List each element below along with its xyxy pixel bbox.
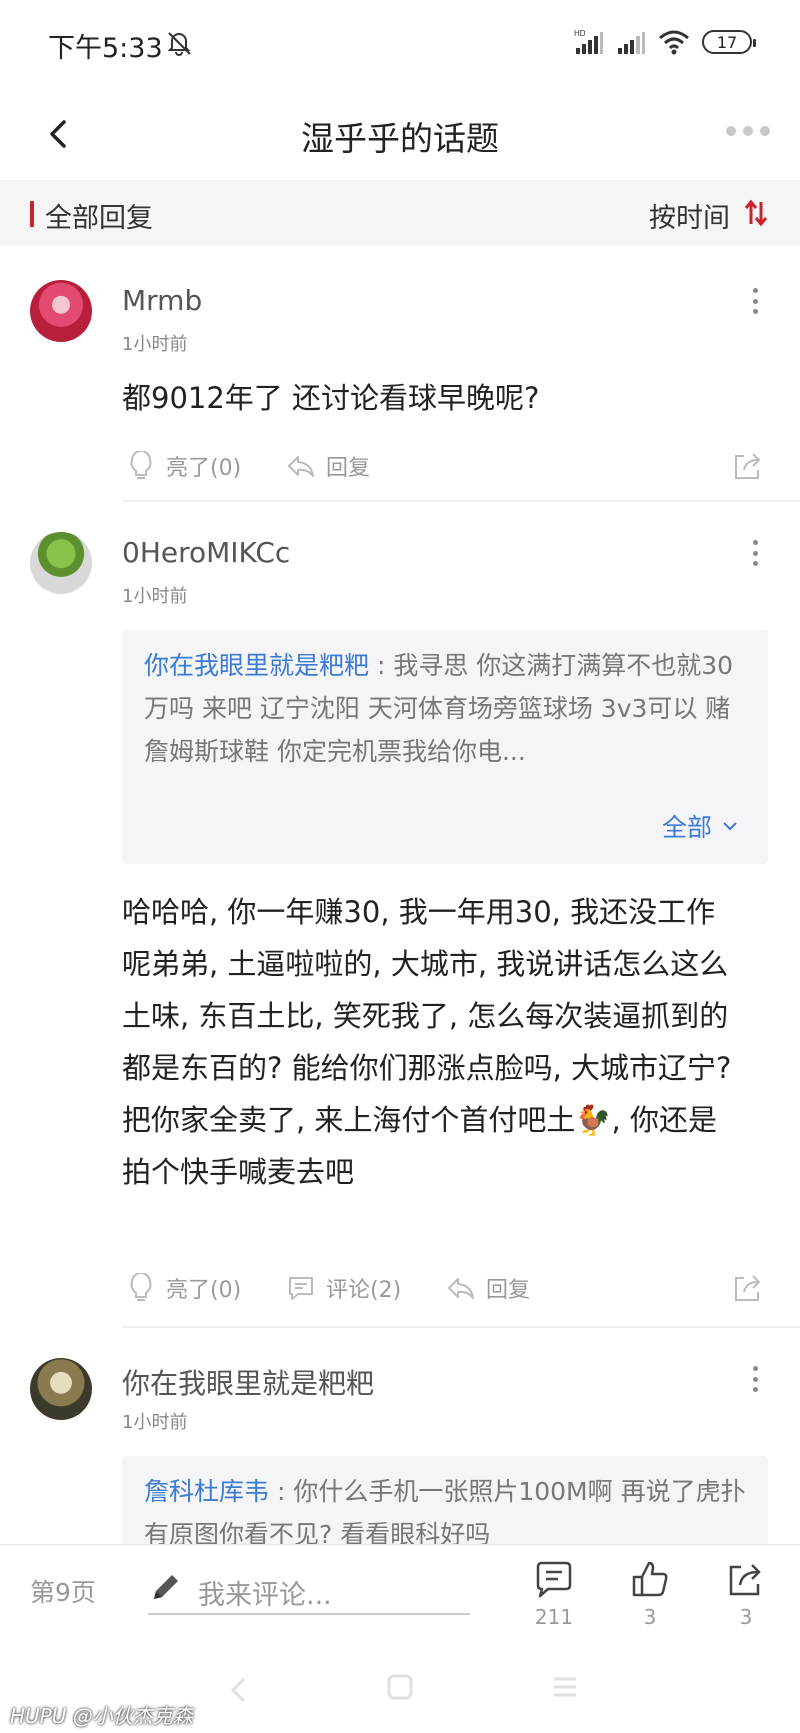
post-content: 哈哈哈, 你一年赚30, 我一年用30, 我还没工作呢弟弟, 土逼啦啦的, 大城… xyxy=(122,895,732,1189)
sort-arrows-icon[interactable] xyxy=(742,198,770,228)
nav-home-icon[interactable] xyxy=(386,1673,414,1701)
comments-button[interactable]: 211 xyxy=(524,1559,584,1629)
quote-text: 你在我眼里就是粑粑 : 我寻思 你这满打满算不也就30万吗 来吧 辽宁沈阳 天河… xyxy=(122,630,768,773)
page-title: 湿乎乎的话题 xyxy=(301,119,499,158)
share-icon[interactable] xyxy=(732,450,764,482)
divider xyxy=(122,1326,800,1328)
post-time: 1小时前 xyxy=(122,586,188,607)
bell-muted-icon xyxy=(167,32,191,56)
shares-count: 3 xyxy=(739,1605,753,1629)
reply-arrow-icon xyxy=(448,1278,474,1299)
wifi-icon xyxy=(659,30,689,55)
system-nav-bar: HUPU @小伙杰克森 xyxy=(0,1649,800,1733)
signal-icon xyxy=(618,32,645,54)
lightbulb-icon xyxy=(130,1273,152,1301)
reply-arrow-icon xyxy=(288,456,314,477)
signal-hd-icon: HD xyxy=(574,29,603,54)
post-time: 1小时前 xyxy=(122,1412,188,1433)
comments-count: 211 xyxy=(534,1605,574,1629)
comment-bubble-icon xyxy=(536,1561,572,1598)
watermark: HUPU @小伙杰克森 xyxy=(10,1704,193,1728)
comment-bubble-icon xyxy=(289,1277,313,1300)
post-menu-icon[interactable] xyxy=(750,288,760,314)
svg-text:HD: HD xyxy=(574,29,586,38)
post-content: 都9012年了 还讨论看球早晚呢? xyxy=(122,381,540,415)
reply-button[interactable]: 回复 xyxy=(286,446,370,486)
comment-placeholder: 我来评论... xyxy=(198,1580,332,1611)
status-icons: HD 17 xyxy=(574,26,756,58)
comment-button[interactable]: 评论(2) xyxy=(286,1268,401,1308)
like-button[interactable]: 亮了(0) xyxy=(126,1268,241,1308)
quote-author[interactable]: 詹科杜库韦 xyxy=(144,1477,269,1506)
expand-label: 全部 xyxy=(661,813,712,842)
share-icon[interactable] xyxy=(732,1272,764,1304)
title-bar: 湿乎乎的话题 xyxy=(0,88,800,180)
battery-indicator: 17 xyxy=(702,30,756,54)
pencil-icon xyxy=(154,1575,178,1599)
post-actions: 亮了(0) 回复 xyxy=(122,446,772,486)
quoted-reply[interactable]: 詹科杜库韦 : 你什么手机一张照片100M啊 再说了虎扑有原图你看不见? 看看眼… xyxy=(122,1456,768,1544)
reply-post: Mrmb 1小时前 都9012年了 还讨论看球早晚呢? 亮了(0) 回复 xyxy=(0,280,800,502)
page-number[interactable]: 第9页 xyxy=(30,1573,96,1609)
section-title: 全部回复 xyxy=(45,203,153,234)
reply-button[interactable]: 回复 xyxy=(446,1268,530,1308)
bottom-bar: 第9页 我来评论... 211 3 3 xyxy=(0,1544,800,1649)
post-menu-icon[interactable] xyxy=(750,1366,760,1392)
nav-back-icon[interactable] xyxy=(226,1675,252,1705)
post-actions: 亮了(0) 评论(2) 回复 xyxy=(122,1268,772,1308)
chevron-down-icon xyxy=(723,822,737,831)
comment-input[interactable]: 我来评论... xyxy=(148,1565,470,1615)
quote-author[interactable]: 你在我眼里就是粑粑 xyxy=(144,651,369,680)
reply-label: 回复 xyxy=(486,1278,531,1303)
quoted-reply[interactable]: 你在我眼里就是粑粑 : 我寻思 你这满打满算不也就30万吗 来吧 辽宁沈阳 天河… xyxy=(122,630,768,864)
divider xyxy=(122,500,800,502)
more-options-icon[interactable] xyxy=(726,124,770,138)
like-label: 亮了(0) xyxy=(166,456,242,481)
share-icon xyxy=(729,1564,761,1596)
likes-count: 3 xyxy=(643,1605,657,1629)
expand-quote-button[interactable]: 全部 xyxy=(662,808,738,844)
section-header: 全部回复 按时间 xyxy=(0,180,800,246)
status-time: 下午5:33 xyxy=(48,33,163,64)
lightbulb-icon xyxy=(130,451,152,479)
thumbs-up-button[interactable]: 3 xyxy=(620,1559,680,1629)
comment-label: 评论(2) xyxy=(326,1278,402,1303)
avatar[interactable] xyxy=(30,1358,92,1420)
username[interactable]: 你在我眼里就是粑粑 xyxy=(122,1362,374,1402)
reply-post: 你在我眼里就是粑粑 1小时前 詹科杜库韦 : 你什么手机一张照片100M啊 再说… xyxy=(0,1358,800,1544)
section-accent-bar xyxy=(30,201,34,227)
avatar[interactable] xyxy=(30,532,92,594)
nav-menu-icon[interactable] xyxy=(552,1675,578,1699)
reply-post: 0HeroMIKCc 1小时前 你在我眼里就是粑粑 : 我寻思 你这满打满算不也… xyxy=(0,532,800,1332)
reply-label: 回复 xyxy=(326,456,371,481)
status-bar: 下午5:33 HD 17 xyxy=(0,0,800,88)
thumbs-up-icon xyxy=(632,1561,668,1597)
post-menu-icon[interactable] xyxy=(750,540,760,566)
quote-text: 詹科杜库韦 : 你什么手机一张照片100M啊 再说了虎扑有原图你看不见? 看看眼… xyxy=(122,1456,768,1544)
post-time: 1小时前 xyxy=(122,334,188,355)
username[interactable]: Mrmb xyxy=(122,284,202,317)
avatar[interactable] xyxy=(30,280,92,342)
sort-by-time-button[interactable]: 按时间 xyxy=(649,196,730,235)
share-button[interactable]: 3 xyxy=(716,1559,776,1629)
username[interactable]: 0HeroMIKCc xyxy=(122,536,290,569)
like-button[interactable]: 亮了(0) xyxy=(126,446,241,486)
like-label: 亮了(0) xyxy=(166,1278,242,1303)
